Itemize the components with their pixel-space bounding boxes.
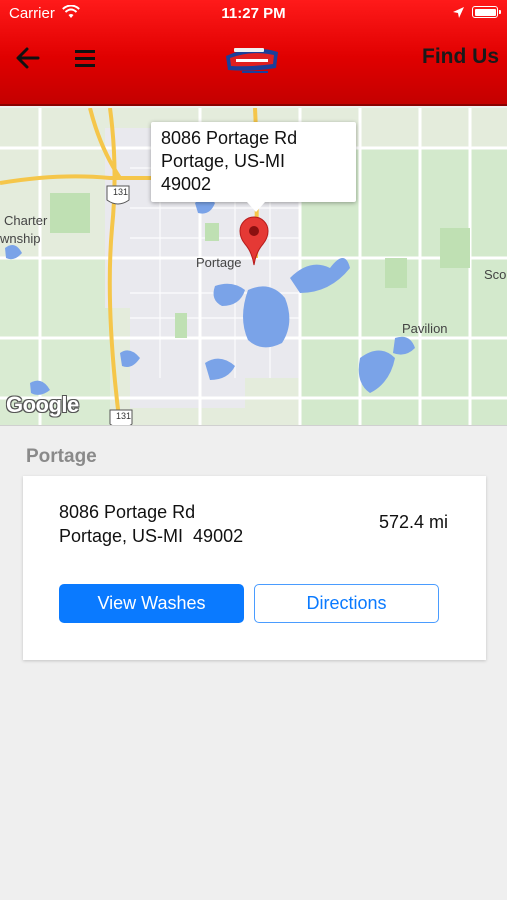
view-washes-button[interactable]: View Washes <box>59 584 244 623</box>
address-line-1: 8086 Portage Rd <box>59 502 196 522</box>
map-pin-icon[interactable] <box>239 216 269 266</box>
location-section-title: Portage <box>26 446 97 467</box>
location-arrow-icon <box>453 7 464 18</box>
map-info-window[interactable]: 8086 Portage Rd Portage, US-MI 49002 <box>151 122 356 212</box>
location-address: 8086 Portage Rd Portage, US-MI 49002 <box>59 500 243 548</box>
highway-shield-label: 131 <box>116 411 132 421</box>
status-bar: Carrier 11:27 PM <box>0 0 507 28</box>
info-window-line1: 8086 Portage Rd <box>161 128 298 148</box>
back-arrow-icon[interactable] <box>14 45 42 71</box>
info-window-line3: 49002 <box>161 174 212 194</box>
map-label-portage: Portage <box>196 255 242 270</box>
hamburger-menu-icon[interactable] <box>74 48 96 68</box>
map-view[interactable]: 131 131 Charter wnship Portage Pavilion … <box>0 108 507 426</box>
google-attribution[interactable]: Google <box>6 392 79 418</box>
battery-icon <box>472 6 501 18</box>
map-label-sco: Sco <box>484 267 507 282</box>
app-header: Carrier 11:27 PM Find Us <box>0 0 507 106</box>
address-line-2: Portage, US-MI 49002 <box>59 526 244 546</box>
map-label-pavilion: Pavilion <box>402 321 448 336</box>
location-distance: 572.4 mi <box>378 512 448 532</box>
brand-logo <box>226 48 278 73</box>
highway-shield-label: 131 <box>113 187 129 197</box>
directions-button[interactable]: Directions <box>254 584 439 623</box>
map-label-township: wnship <box>0 231 41 246</box>
page-title: Find Us <box>422 45 499 68</box>
map-label-charter: Charter <box>4 213 48 228</box>
info-window-line2: Portage, US-MI <box>161 151 286 171</box>
clock: 11:27 PM <box>221 5 286 22</box>
location-card: 8086 Portage Rd Portage, US-MI 49002 572… <box>23 476 486 660</box>
